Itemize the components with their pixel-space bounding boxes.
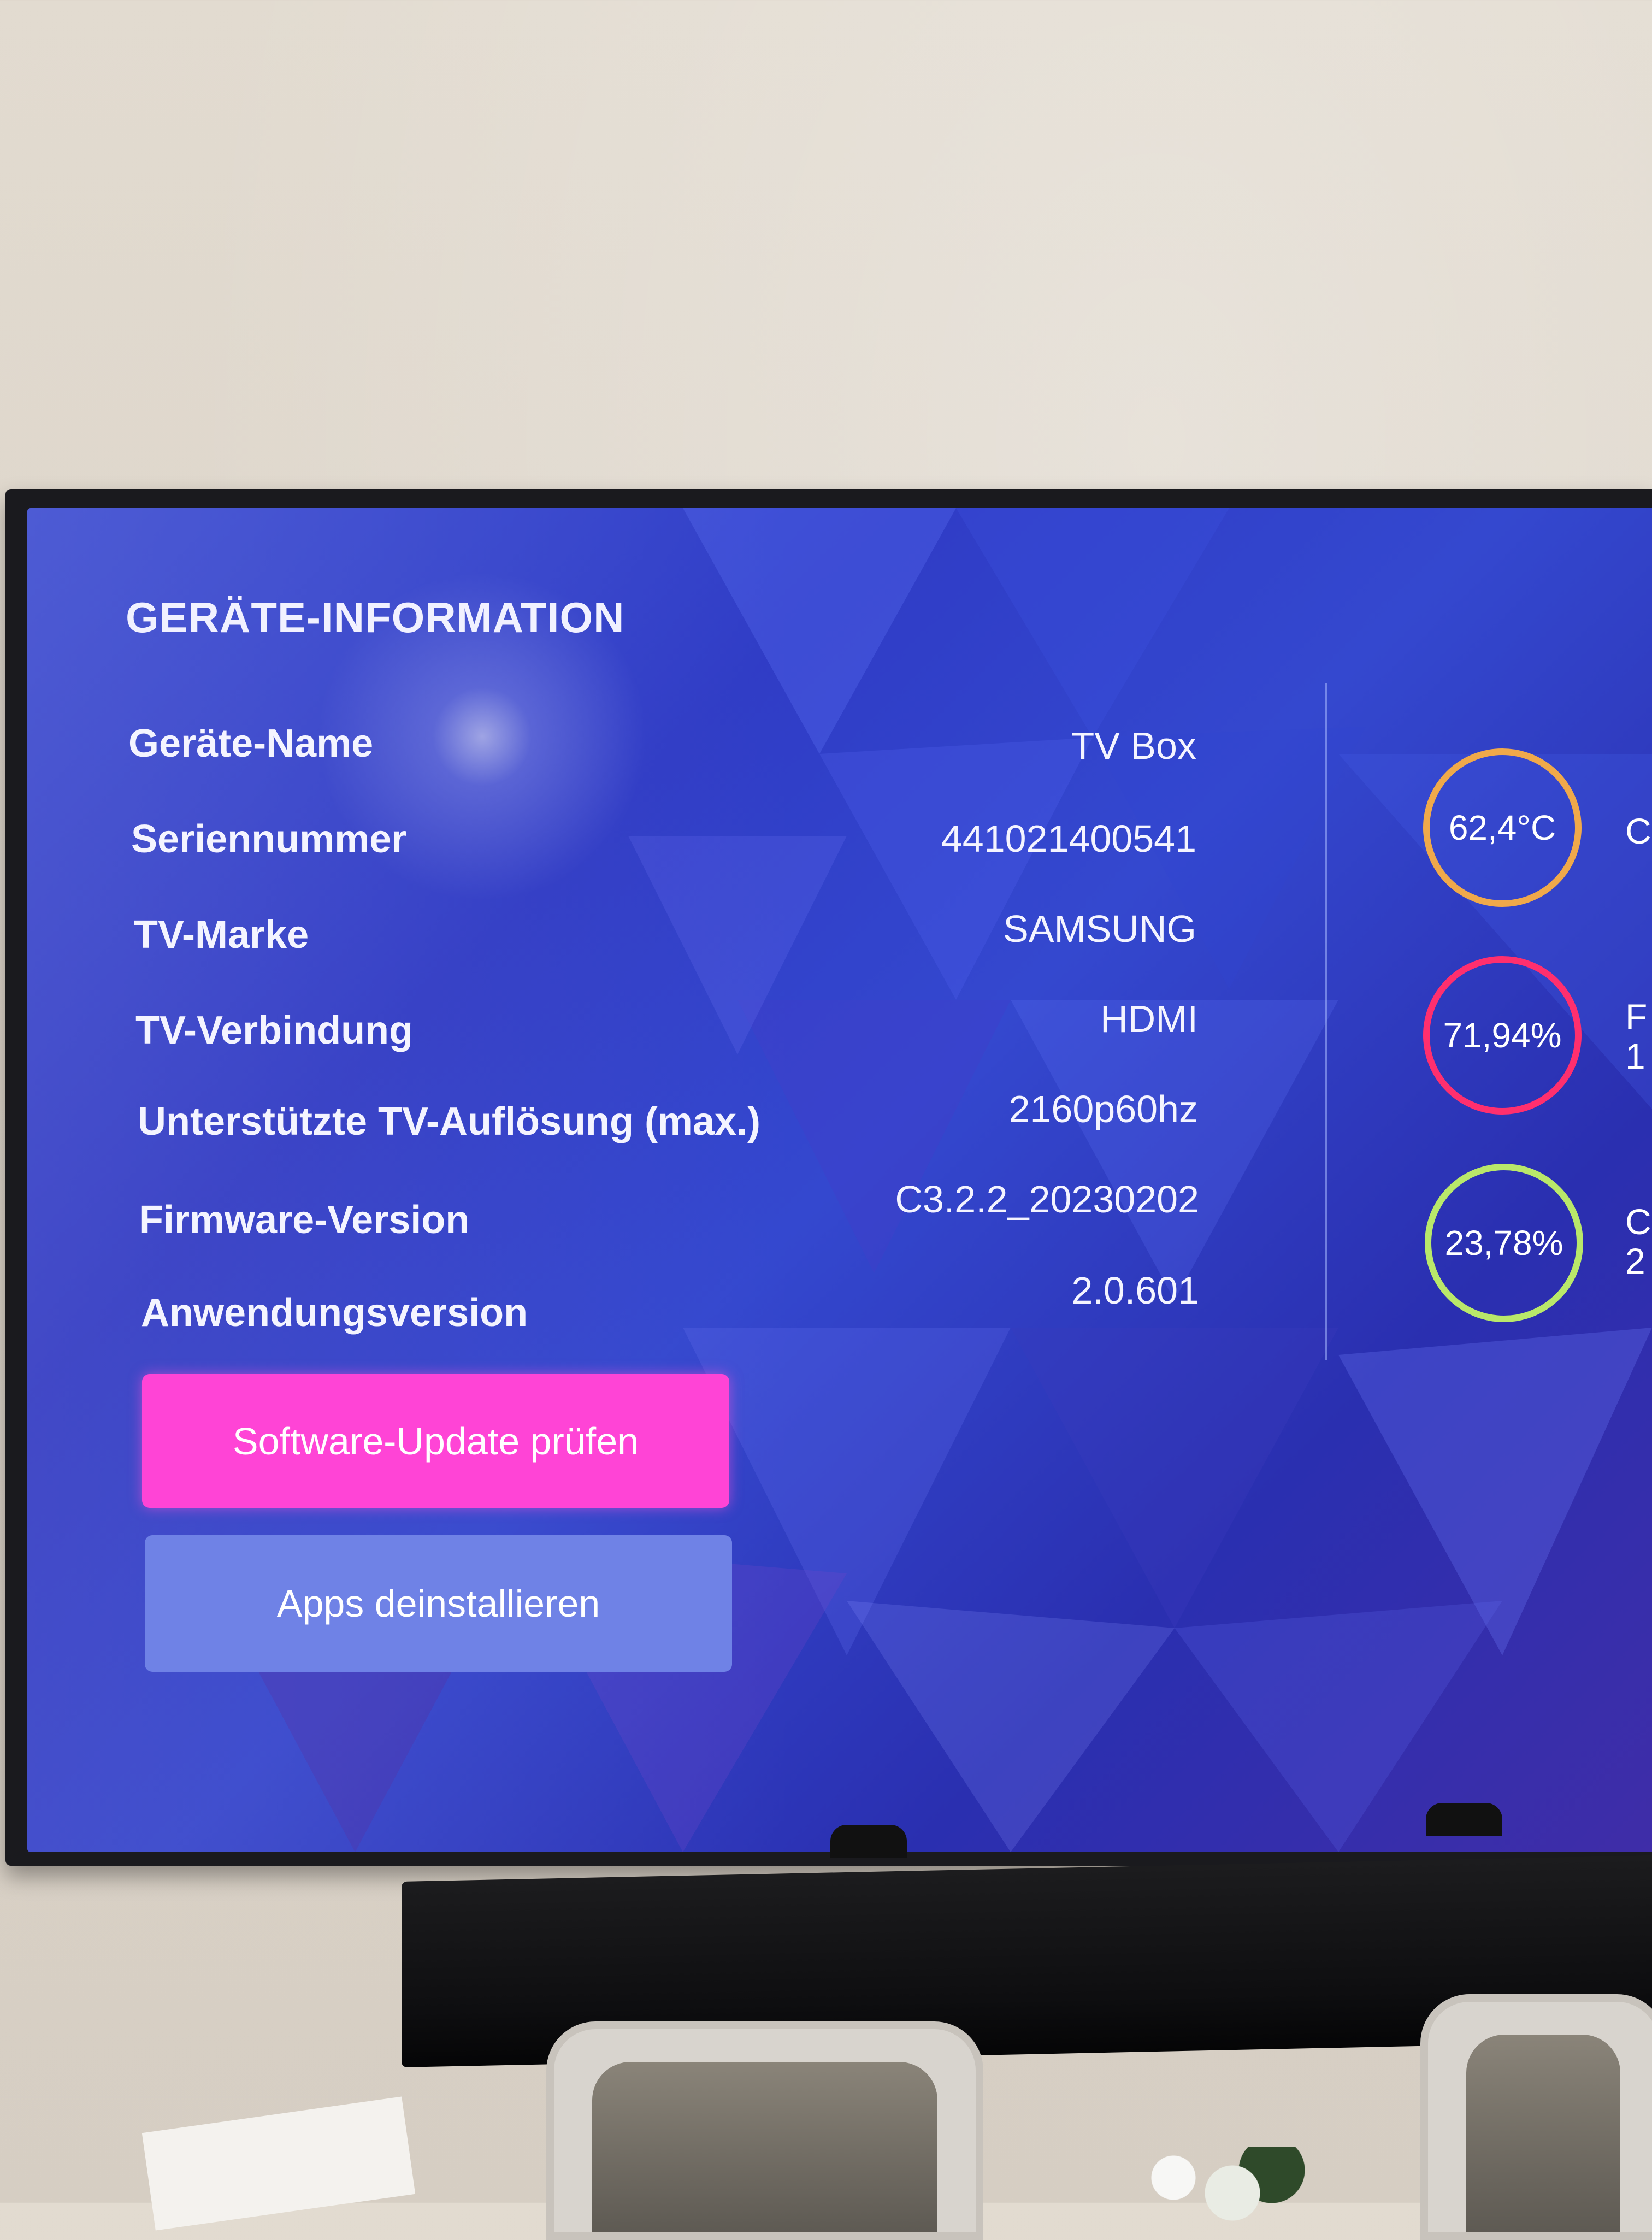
cpu-usage-gauge: 23,78% [1425, 1164, 1583, 1322]
value-tv-connection: HDMI [1100, 998, 1198, 1040]
label-tv-brand: TV-Marke [134, 913, 309, 957]
value-app-version: 2.0.601 [1071, 1269, 1199, 1312]
tv-screen: GERÄTE-INFORMATION Geräte-Name TV Box Se… [27, 508, 1652, 1852]
label-app-version: Anwendungsversion [141, 1291, 528, 1335]
value-device-name: TV Box [1071, 724, 1196, 767]
memory-usage-gauge: 71,94% [1423, 956, 1582, 1115]
label-serial-number: Seriennummer [131, 817, 407, 861]
memory-usage-label-cut: F 1 [1625, 997, 1648, 1076]
cpu-usage-value: 23,78% [1444, 1223, 1564, 1263]
value-supported-resolution: 2160p60hz [1008, 1088, 1198, 1130]
cpu-usage-label-cut: C 2 [1625, 1201, 1651, 1281]
label-tv-connection: TV-Verbindung [135, 1009, 414, 1052]
software-update-button[interactable]: Software-Update prüfen [142, 1374, 729, 1508]
tv-mount-right [1426, 1803, 1502, 1836]
value-firmware-version: C3.2.2_20230202 [895, 1178, 1199, 1221]
value-serial-number: 441021400541 [941, 817, 1196, 860]
photo-frame-left [546, 2021, 983, 2240]
temperature-value: 62,4°C [1448, 808, 1556, 847]
label-device-name: Geräte-Name [128, 722, 374, 765]
label-firmware-version: Firmware-Version [139, 1198, 470, 1242]
tv-mount-left [830, 1825, 907, 1858]
temperature-gauge: 62,4°C [1423, 748, 1582, 907]
column-divider [1325, 683, 1328, 1360]
flower-decoration [1114, 2147, 1311, 2224]
photo-frame-right [1420, 1994, 1652, 2240]
temperature-label-cut: C [1625, 811, 1651, 851]
value-tv-brand: SAMSUNG [1003, 907, 1196, 950]
memory-usage-value: 71,94% [1443, 1016, 1562, 1055]
uninstall-apps-button[interactable]: Apps deinstallieren [145, 1535, 732, 1672]
label-supported-resolution: Unterstützte TV-Auflösung (max.) [138, 1100, 761, 1143]
page-title: GERÄTE-INFORMATION [126, 593, 625, 641]
photo-left [592, 2062, 937, 2232]
